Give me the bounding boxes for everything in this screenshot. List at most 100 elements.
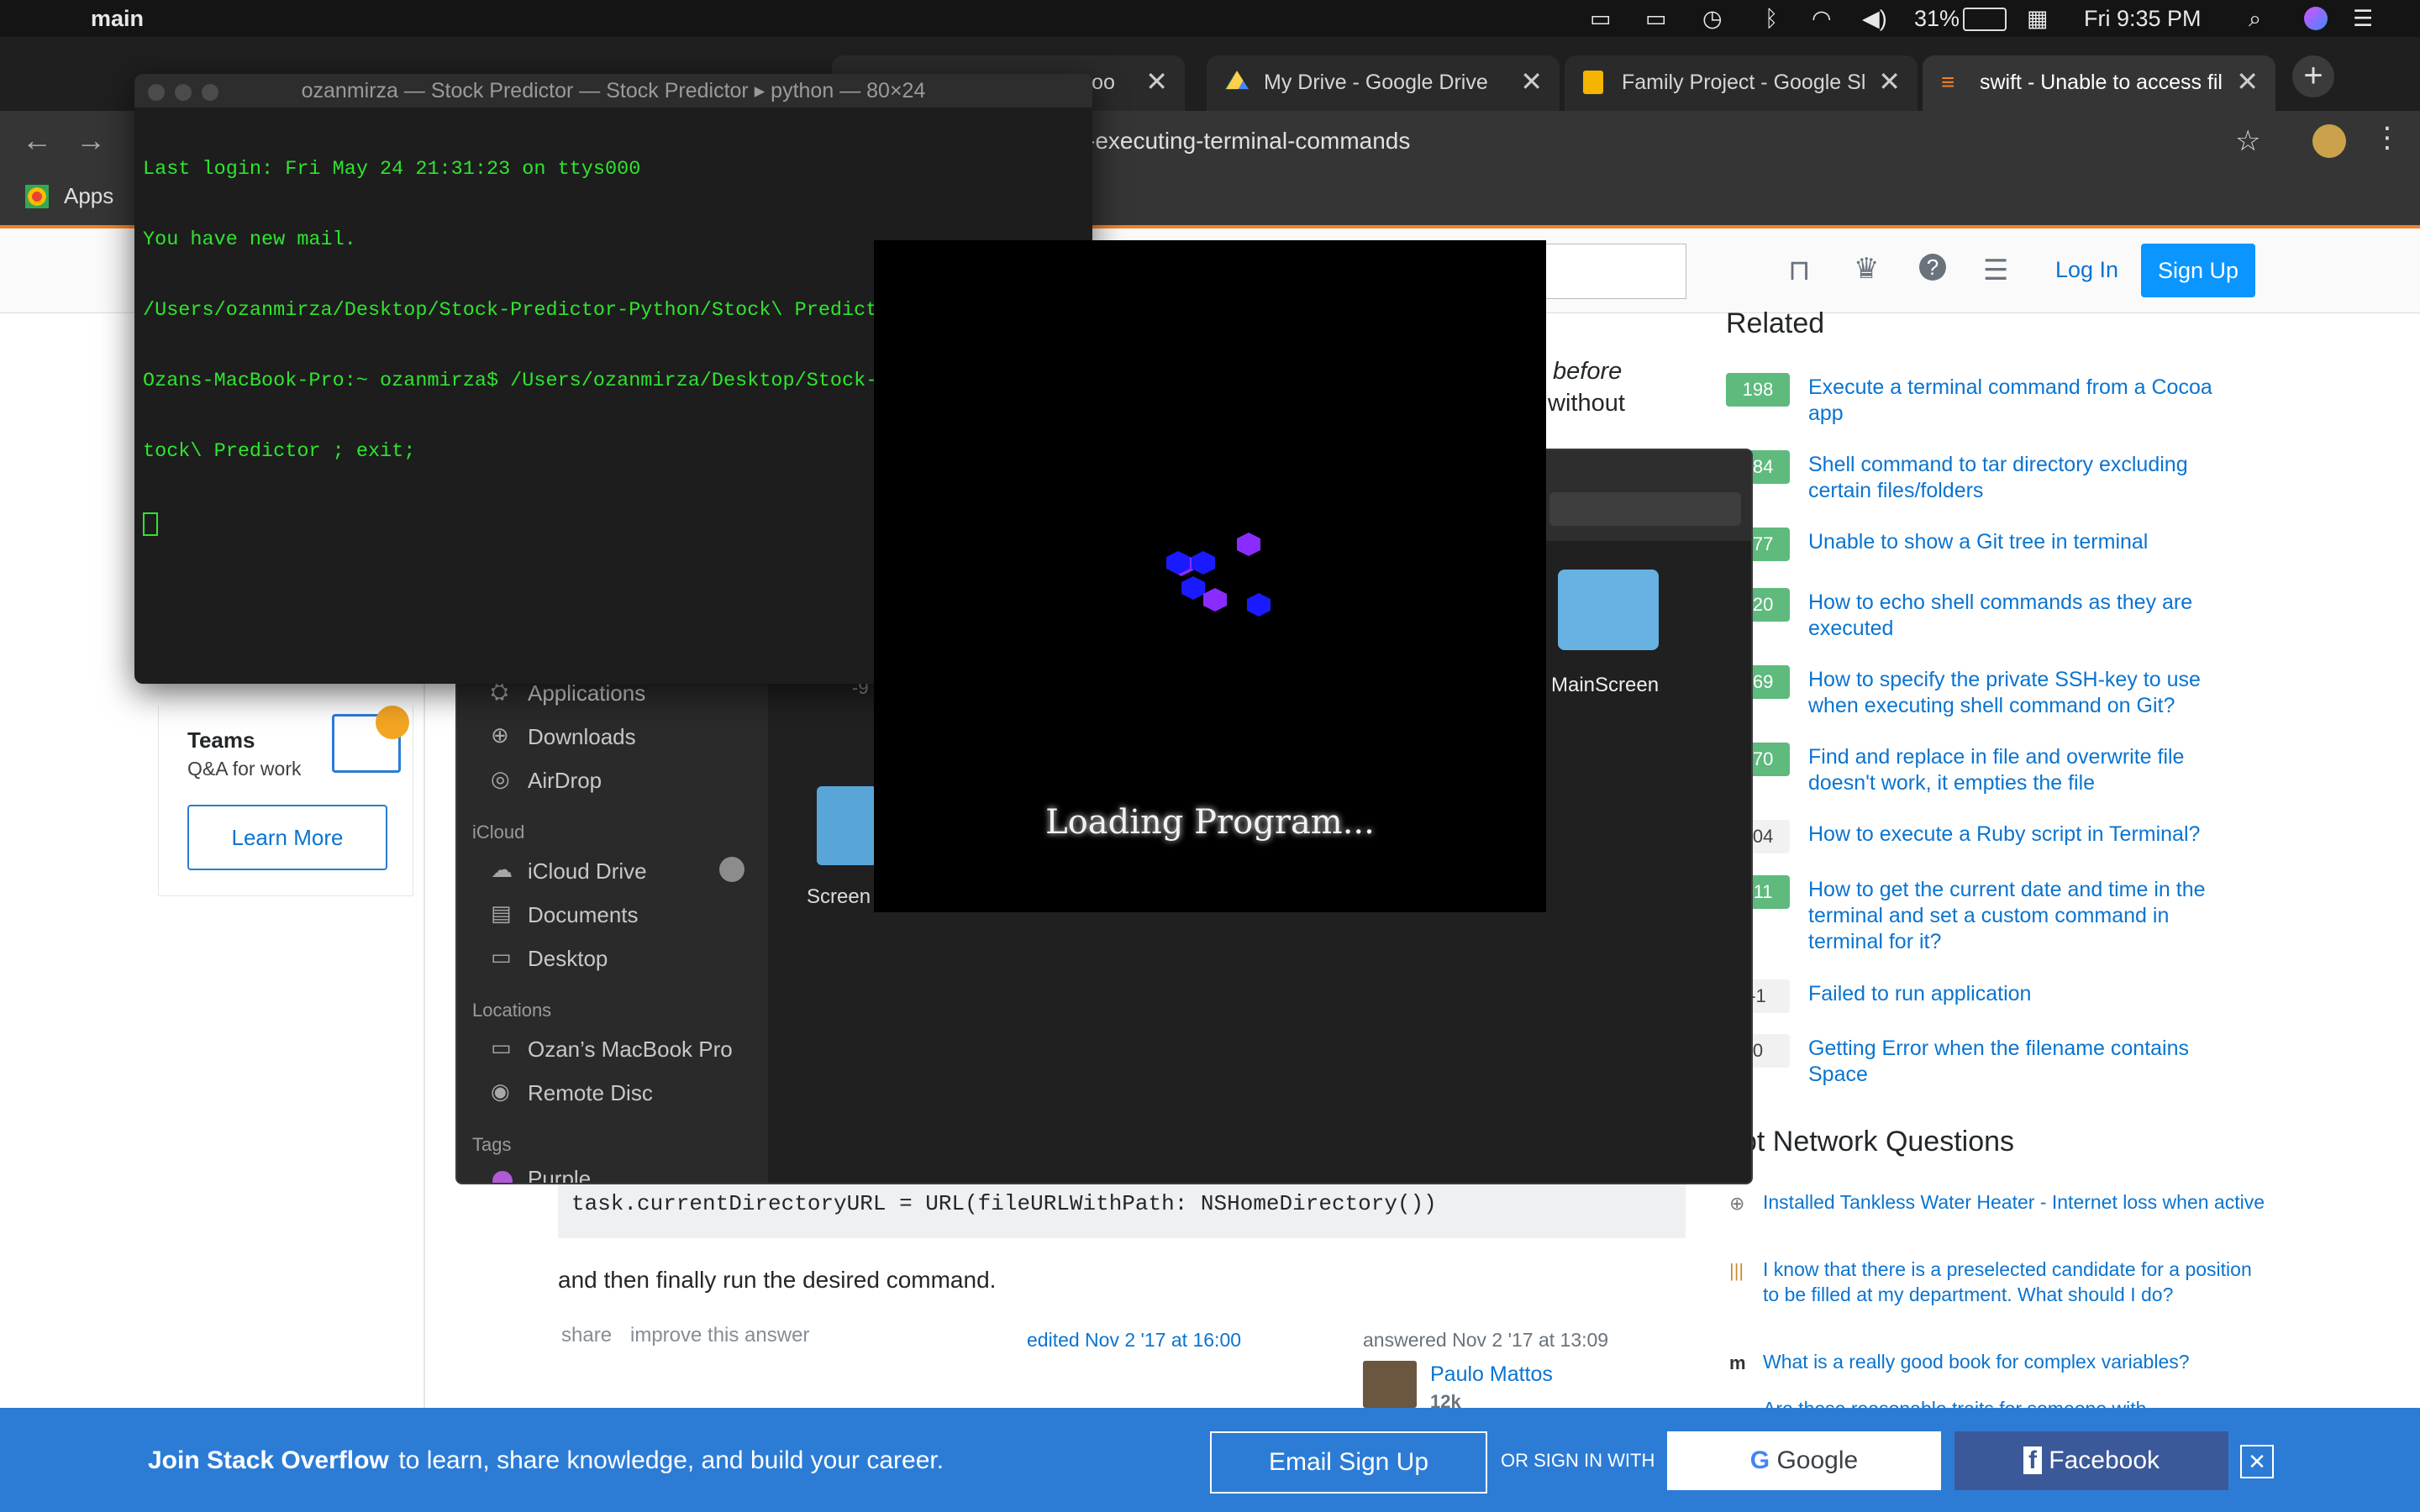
question-fragment: before	[1553, 358, 1623, 385]
login-link[interactable]: Log In	[2055, 257, 2118, 283]
volume-icon[interactable]: ◀)	[1862, 6, 1887, 32]
notification-center-icon[interactable]: ☰	[2353, 6, 2373, 32]
bluetooth-icon[interactable]: ᛒ	[1765, 6, 1778, 32]
input-icon[interactable]: ▦	[2027, 6, 2049, 32]
more-menu-icon[interactable]: ⋮	[2373, 121, 2402, 155]
purple-tag-icon	[492, 1171, 513, 1183]
sidebar-item-tag-purple[interactable]: Purple	[528, 1166, 591, 1183]
hot-network-heading: ot Network Questions	[1741, 1126, 2015, 1158]
profile-avatar[interactable]	[2312, 124, 2346, 158]
apps-grid-icon[interactable]	[25, 185, 49, 208]
sidebar-item-macbook[interactable]: Ozan’s MacBook Pro	[528, 1037, 733, 1063]
menu-clock[interactable]: Fri 9:35 PM	[2084, 6, 2202, 32]
tab-title: Family Project - Google Sl	[1622, 71, 1865, 94]
site-switcher-icon[interactable]: ☰	[1983, 254, 2008, 287]
so-search-input[interactable]	[1538, 244, 1686, 299]
tab-stack-overflow[interactable]: ≡ swift - Unable to access fil ✕	[1923, 55, 2275, 111]
sync-status-icon	[719, 857, 744, 882]
loader-hexagon-icon	[1247, 593, 1270, 617]
close-window-button[interactable]	[148, 84, 165, 101]
finder-search-field[interactable]	[1549, 492, 1741, 526]
bookmark-apps[interactable]: Apps	[64, 183, 113, 209]
inbox-icon[interactable]: ⊓	[1788, 254, 1811, 287]
related-link[interactable]: Shell command to tar directory excluding…	[1808, 452, 2237, 504]
spotlight-icon[interactable]: ⌕	[2249, 6, 2261, 33]
related-score: 198	[1726, 373, 1790, 407]
close-icon[interactable]: ✕	[2236, 66, 2259, 97]
back-icon[interactable]: ←	[22, 123, 52, 158]
or-sign-in-label: OR SIGN IN WITH	[1501, 1450, 1655, 1471]
sidebar-item-desktop[interactable]: Desktop	[528, 946, 608, 972]
folder-icon[interactable]	[817, 786, 877, 865]
siri-icon[interactable]	[2304, 7, 2328, 30]
menu-app-name[interactable]: main	[91, 6, 144, 32]
sidebar-item-documents[interactable]: Documents	[528, 902, 639, 928]
sidebar-item-remote-disc[interactable]: Remote Disc	[528, 1080, 653, 1106]
sidebar-item-applications[interactable]: Applications	[528, 680, 645, 706]
bookmark-star-icon[interactable]: ☆	[2235, 124, 2260, 158]
achievements-icon[interactable]: ♛	[1854, 252, 1879, 286]
hot-question-link[interactable]: What is a really good book for complex v…	[1763, 1349, 2267, 1374]
user-name[interactable]: Paulo Mattos	[1430, 1362, 1553, 1387]
site-icon: |||	[1729, 1260, 1744, 1281]
related-link[interactable]: How to echo shell commands as they are e…	[1808, 590, 2237, 642]
terminal-title: ozanmirza — Stock Predictor — Stock Pred…	[301, 79, 926, 102]
sidebar-item-airdrop[interactable]: AirDrop	[528, 768, 602, 794]
google-signin-button[interactable]: G Google	[1667, 1431, 1941, 1490]
hot-question-link[interactable]: Installed Tankless Water Heater - Intern…	[1763, 1189, 2267, 1215]
related-link[interactable]: Find and replace in file and overwrite f…	[1808, 744, 2237, 796]
desktop-icon: ▭	[491, 944, 512, 969]
terminal-line: Last login: Fri May 24 21:31:23 on ttys0…	[143, 158, 641, 181]
avatar[interactable]	[1363, 1361, 1417, 1408]
related-link[interactable]: How to execute a Ruby script in Terminal…	[1808, 822, 2237, 848]
terminal-titlebar[interactable]: ozanmirza — Stock Predictor — Stock Pred…	[134, 74, 1092, 108]
folder-mainscreen-label[interactable]: MainScreen	[1551, 674, 1659, 697]
minimize-window-button[interactable]	[175, 84, 192, 101]
wifi-icon[interactable]: ◠	[1812, 6, 1832, 32]
teams-card: Teams Q&A for work Learn More	[158, 706, 413, 896]
close-icon[interactable]: ✕	[1878, 66, 1901, 97]
learn-more-button[interactable]: Learn More	[187, 805, 387, 870]
close-icon[interactable]: ✕	[1145, 66, 1168, 97]
notification-icon[interactable]: ▭	[1590, 6, 1612, 32]
zoom-window-button[interactable]	[202, 84, 218, 101]
airplay-icon[interactable]: ▭	[1645, 6, 1667, 32]
banner-text: to learn, share knowledge, and build you…	[392, 1446, 944, 1474]
hot-question-link[interactable]: I know that there is a preselected candi…	[1763, 1257, 2267, 1307]
close-icon[interactable]: ✕	[2240, 1445, 2274, 1478]
close-icon[interactable]: ✕	[1520, 66, 1543, 97]
new-tab-button[interactable]: +	[2292, 55, 2334, 97]
related-link[interactable]: How to get the current date and time in …	[1808, 877, 2237, 955]
facebook-signin-button[interactable]: f Facebook	[1954, 1431, 2228, 1490]
lock-icon	[376, 706, 409, 739]
terminal-cursor	[143, 512, 158, 536]
join-banner: Join Stack Overflow to learn, share know…	[0, 1408, 2420, 1512]
related-link[interactable]: Failed to run application	[1808, 981, 2237, 1007]
sidebar-item-downloads[interactable]: Downloads	[528, 724, 636, 750]
sidebar-item-icloud-drive[interactable]: iCloud Drive	[528, 858, 647, 885]
help-icon[interactable]: ?	[1919, 254, 1946, 281]
macos-menu-bar: main ▭ ▭ ◷ ᛒ ◠ ◀) 31% ▦ Fri 9:35 PM ⌕ ☰	[0, 0, 2420, 37]
related-link[interactable]: Execute a terminal command from a Cocoa …	[1808, 375, 2237, 427]
tab-google-slides[interactable]: Family Project - Google Sl ✕	[1565, 55, 1918, 111]
time-machine-icon[interactable]: ◷	[1702, 6, 1723, 32]
signup-button[interactable]: Sign Up	[2141, 244, 2255, 297]
answer-text: and then finally run the desired command…	[558, 1267, 997, 1293]
improve-answer-link[interactable]: improve this answer	[630, 1324, 809, 1347]
related-link[interactable]: How to specify the private SSH-key to us…	[1808, 667, 2237, 719]
teams-title: Teams	[187, 727, 255, 753]
address-bar[interactable]: -executing-terminal-commands ☆	[1076, 118, 2269, 166]
related-link[interactable]: Unable to show a Git tree in terminal	[1808, 529, 2237, 555]
loading-text: Loading Program...	[1045, 803, 1375, 842]
folder-screen-label[interactable]: Screen	[807, 885, 871, 909]
share-link[interactable]: share	[561, 1324, 612, 1347]
loading-program-window: Loading Program...	[874, 240, 1546, 912]
laptop-icon: ▭	[491, 1035, 512, 1060]
related-link[interactable]: Getting Error when the filename contains…	[1808, 1036, 2237, 1088]
edited-link[interactable]: edited Nov 2 '17 at 16:00	[1027, 1329, 1241, 1352]
battery-icon[interactable]	[1963, 8, 2007, 31]
forward-icon[interactable]: →	[76, 123, 106, 158]
tab-google-drive[interactable]: My Drive - Google Drive ✕	[1207, 55, 1560, 111]
email-signup-button[interactable]: Email Sign Up	[1210, 1431, 1487, 1494]
folder-icon[interactable]	[1558, 570, 1659, 650]
